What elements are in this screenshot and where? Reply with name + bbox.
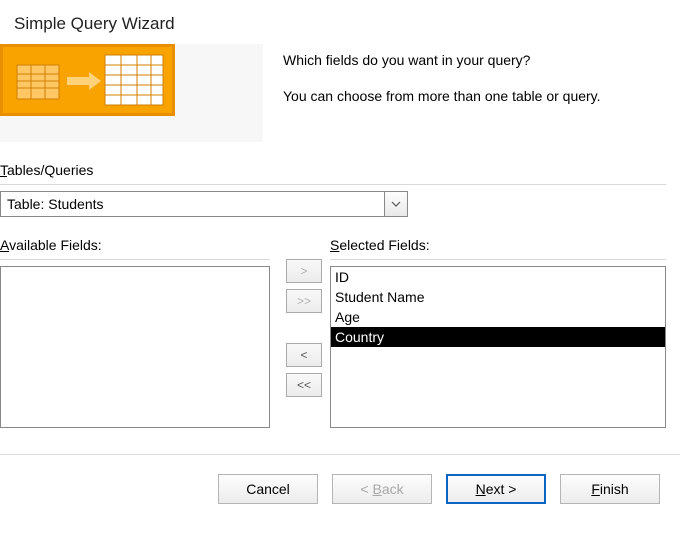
list-item[interactable]: Age — [331, 307, 665, 327]
divider — [0, 259, 270, 260]
intro-line1: Which fields do you want in your query? — [283, 52, 660, 68]
tables-queries-label: Tables/Queries — [0, 144, 666, 182]
selected-fields-label: Selected Fields: — [330, 223, 666, 257]
dialog-button-row: Cancel < Back Next > Finish — [0, 456, 680, 504]
back-button[interactable]: < Back — [332, 474, 432, 504]
add-all-fields-button[interactable]: >> — [286, 289, 322, 313]
top-row: Which fields do you want in your query? … — [0, 44, 680, 142]
add-field-button[interactable]: > — [286, 259, 322, 283]
fields-row: Available Fields: > >> < << Selected Fie… — [0, 223, 680, 428]
divider — [330, 259, 666, 260]
tables-queries-section: Tables/Queries — [0, 142, 666, 217]
list-item[interactable]: ID — [331, 267, 665, 287]
remove-field-button[interactable]: < — [286, 343, 322, 367]
list-item[interactable]: Country — [331, 327, 665, 347]
cancel-button[interactable]: Cancel — [218, 474, 318, 504]
wizard-illustration — [0, 44, 175, 116]
intro-line2: You can choose from more than one table … — [283, 88, 660, 104]
selected-fields-col: Selected Fields: IDStudent NameAgeCountr… — [330, 223, 666, 428]
divider — [0, 184, 666, 185]
available-fields-listbox[interactable] — [0, 266, 270, 428]
finish-button[interactable]: Finish — [560, 474, 660, 504]
available-fields-col: Available Fields: — [0, 223, 270, 428]
illustration-wrap — [0, 44, 263, 142]
chevron-down-icon — [391, 201, 401, 207]
list-item[interactable]: Student Name — [331, 287, 665, 307]
available-fields-label: Available Fields: — [0, 223, 270, 257]
tables-queries-combo[interactable] — [0, 191, 408, 217]
combo-dropdown-button[interactable] — [384, 191, 408, 217]
tables-queries-input[interactable] — [0, 191, 384, 217]
wizard-title: Simple Query Wizard — [0, 0, 680, 44]
query-tables-icon — [3, 47, 178, 119]
next-button[interactable]: Next > — [446, 474, 546, 504]
remove-all-fields-button[interactable]: << — [286, 373, 322, 397]
move-buttons-column: > >> < << — [278, 223, 330, 428]
selected-fields-listbox[interactable]: IDStudent NameAgeCountry — [330, 266, 666, 428]
intro-text: Which fields do you want in your query? … — [263, 44, 680, 124]
